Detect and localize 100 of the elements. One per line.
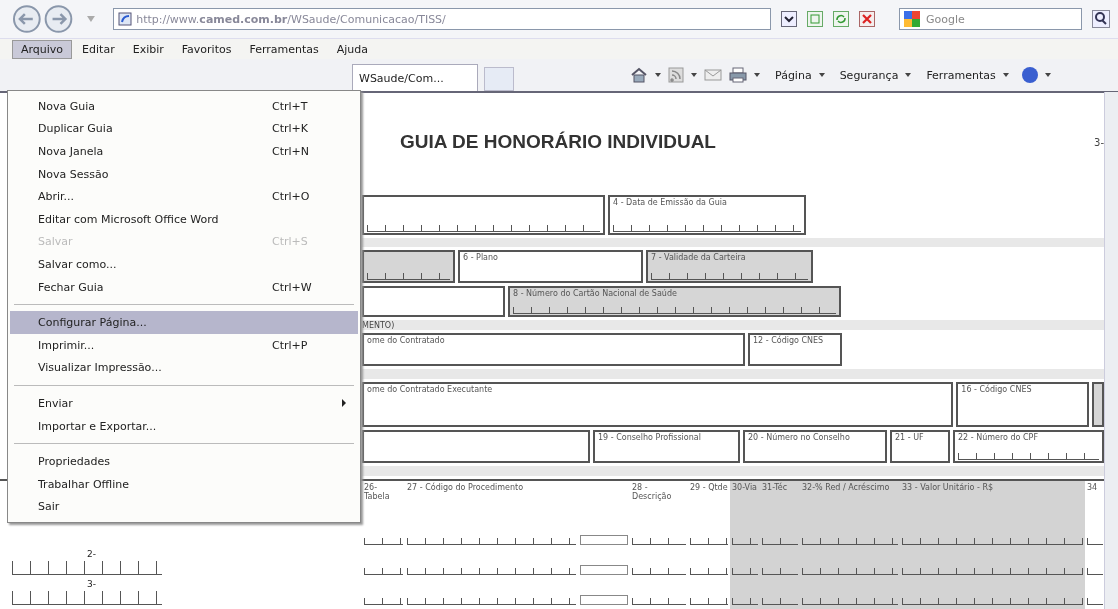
- form-field[interactable]: 21 - UF: [890, 430, 950, 464]
- toolbar-menu-button[interactable]: Segurança: [839, 68, 899, 82]
- menu-bar-item[interactable]: Editar: [74, 40, 123, 58]
- scrollbar[interactable]: [1104, 92, 1118, 609]
- menu-item[interactable]: Nova Guia Ctrl+T: [10, 95, 358, 118]
- refresh-icon[interactable]: [832, 11, 849, 27]
- shortcut-text: Ctrl+N: [272, 145, 310, 158]
- search-icon[interactable]: [1092, 10, 1110, 28]
- menu-item[interactable]: Sair: [10, 495, 358, 519]
- form-field[interactable]: 7 - Validade da Carteira: [646, 250, 813, 284]
- google-logo-icon: [903, 11, 920, 27]
- form-field[interactable]: 19 - Conselho Profissional: [593, 430, 740, 464]
- form-field[interactable]: ome do Contratado: [362, 333, 745, 367]
- dropdown-icon[interactable]: [754, 73, 760, 77]
- menu-item[interactable]: Nova Sessão: [10, 162, 358, 186]
- menu-item[interactable]: Nova Janela Ctrl+N: [10, 140, 358, 163]
- browser-tab[interactable]: WSaude/Com...: [352, 64, 478, 91]
- menu-item[interactable]: Configurar Página...: [10, 311, 358, 334]
- dropdown-icon[interactable]: [655, 73, 661, 77]
- menu-item-label: Duplicar Guia: [38, 122, 113, 136]
- digit-boxes[interactable]: [690, 598, 728, 605]
- menu-item[interactable]: Editar com Microsoft Office Word: [10, 207, 358, 231]
- menu-item[interactable]: Salvar como...: [10, 253, 358, 276]
- field-label: 7 - Validade da Carteira: [651, 253, 747, 263]
- dropdown-icon[interactable]: [1002, 73, 1009, 77]
- digit-boxes[interactable]: [364, 538, 403, 545]
- small-button[interactable]: [580, 595, 628, 605]
- menu-item-label: Fechar Guia: [38, 280, 104, 294]
- section-label: MENTO): [362, 320, 395, 330]
- small-button[interactable]: [580, 535, 628, 545]
- stop-icon[interactable]: [858, 11, 875, 27]
- menu-item-label: Abrir...: [38, 190, 75, 204]
- column-header: 28 - Descrição: [631, 482, 673, 503]
- printer-icon[interactable]: [729, 67, 747, 83]
- form-field[interactable]: ome do Contratado Executante: [362, 382, 954, 428]
- column-header: 29 - Qtde: [689, 482, 729, 494]
- digit-boxes[interactable]: [902, 568, 1083, 575]
- dropdown-icon[interactable]: [780, 11, 797, 27]
- digit-boxes[interactable]: [902, 538, 1083, 545]
- digit-boxes[interactable]: [1087, 598, 1103, 605]
- form-field[interactable]: 12 - Código CNES: [748, 333, 842, 367]
- dropdown-icon[interactable]: [1044, 73, 1051, 77]
- menu-item[interactable]: Importar e Exportar...: [10, 414, 358, 438]
- feed-icon[interactable]: [668, 67, 684, 83]
- menu-item-label: Enviar: [38, 396, 73, 410]
- toolbar-menu-button[interactable]: Página: [775, 68, 812, 82]
- menu-item[interactable]: Imprimir... Ctrl+P: [10, 333, 358, 357]
- digit-boxes[interactable]: [690, 568, 728, 575]
- menu-item[interactable]: Abrir... Ctrl+O: [10, 185, 358, 208]
- search-field[interactable]: Google: [898, 8, 1082, 30]
- toolbar-menu-button[interactable]: Ferramentas: [926, 68, 996, 82]
- form-field[interactable]: 6 - Plano: [458, 250, 643, 284]
- address-field[interactable]: http://www.camed.com.br/WSaude/Comunicacao/TISS/: [113, 8, 771, 30]
- shortcut-text: Ctrl+W: [272, 280, 312, 294]
- digit-boxes[interactable]: [690, 538, 728, 545]
- address-text: http://www.camed.com.br/WSaude/Comunicacao/TISS/: [136, 12, 446, 26]
- menu-item-label: Nova Sessão: [38, 167, 109, 181]
- menu-item-label: Configurar Página...: [38, 316, 147, 330]
- menu-item[interactable]: Visualizar Impressão...: [10, 356, 358, 380]
- column-header: 34: [1086, 482, 1099, 494]
- menu-bar-item[interactable]: Ferramentas: [241, 40, 327, 58]
- menu-bar-item[interactable]: Favoritos: [173, 40, 240, 58]
- form-field[interactable]: [362, 250, 455, 284]
- form-field[interactable]: 8 - Número do Cartão Nacional de Saúde: [508, 286, 841, 318]
- form-field[interactable]: 4 - Data de Emissão da Guia: [608, 194, 806, 235]
- menu-item[interactable]: Fechar Guia Ctrl+W: [10, 275, 358, 299]
- form-field[interactable]: [1092, 382, 1104, 428]
- column-header: 27 - Código do Procedimento: [406, 481, 525, 494]
- digit-boxes[interactable]: [1087, 568, 1103, 575]
- column-header: 30-Via: [730, 481, 760, 519]
- field-label: 3-: [1094, 136, 1104, 148]
- digit-boxes[interactable]: [902, 598, 1083, 605]
- menu-item-label: Nova Guia: [38, 99, 95, 113]
- menu-bar-item[interactable]: Ajuda: [328, 40, 377, 58]
- small-button[interactable]: [580, 565, 628, 575]
- dropdown-icon[interactable]: [691, 73, 697, 77]
- form-field[interactable]: [362, 194, 605, 235]
- dropdown-icon[interactable]: [818, 73, 825, 77]
- menu-item-label: Importar e Exportar...: [38, 419, 157, 433]
- search-input[interactable]: Google: [923, 11, 1068, 27]
- form-field[interactable]: 20 - Número no Conselho: [743, 430, 887, 464]
- field-label: 12 - Código CNES: [753, 336, 825, 346]
- menu-item[interactable]: Propriedades: [10, 450, 358, 473]
- menu-item-label: Salvar: [38, 235, 73, 249]
- form-field[interactable]: 22 - Número do CPF: [953, 430, 1104, 464]
- menu-item[interactable]: Enviar: [10, 392, 358, 415]
- menu-bar-item[interactable]: Arquivo: [12, 39, 73, 59]
- form-field[interactable]: 16 - Código CNES: [956, 382, 1089, 428]
- form-title: GUIA DE HONORÁRIO INDIVIDUAL: [400, 131, 716, 154]
- form-field[interactable]: [362, 286, 505, 318]
- menu-bar-item[interactable]: Exibir: [124, 40, 172, 58]
- menu-item[interactable]: Trabalhar Offline: [10, 472, 358, 496]
- digit-boxes[interactable]: [1087, 538, 1103, 545]
- digit-boxes[interactable]: [364, 598, 403, 605]
- dropdown-icon[interactable]: [905, 73, 912, 77]
- digit-boxes[interactable]: [364, 568, 403, 575]
- row-number: 3-: [86, 579, 97, 589]
- menu-item[interactable]: Duplicar Guia Ctrl+K: [10, 117, 358, 141]
- home-icon[interactable]: [630, 67, 648, 83]
- form-field[interactable]: [362, 430, 590, 464]
